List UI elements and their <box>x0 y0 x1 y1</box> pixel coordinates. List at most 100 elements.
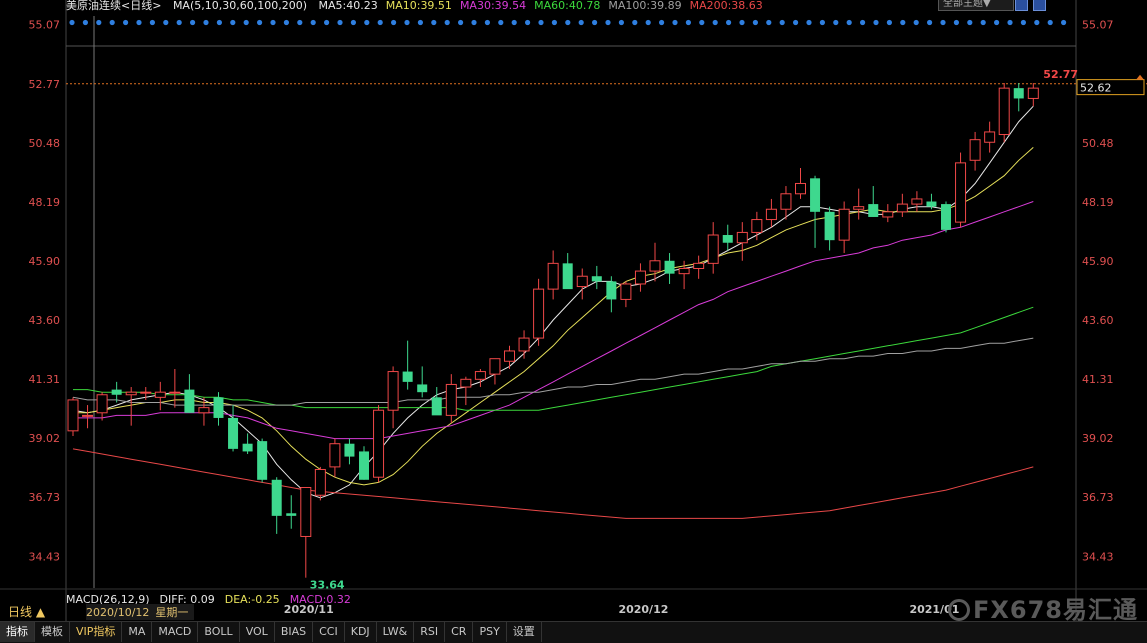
y-tick-left-4: 45.90 <box>29 255 61 268</box>
event-dot <box>860 19 866 26</box>
candle-body-up <box>751 219 763 233</box>
candle-body-down <box>228 417 239 449</box>
cursor-weekday: 星期一 <box>155 606 189 619</box>
event-dot <box>1020 19 1026 26</box>
toolbar-tab-9[interactable]: KDJ <box>345 622 377 642</box>
event-dot <box>163 19 169 26</box>
candle-body-up <box>707 234 719 264</box>
ma-line-ma100 <box>72 337 1034 406</box>
candle-body-up <box>314 468 326 496</box>
low-marker-label: 33.64 <box>310 579 345 592</box>
toolbar-tab-5[interactable]: BOLL <box>198 622 240 642</box>
toolbar-tab-8[interactable]: CCI <box>313 622 345 642</box>
event-dot <box>726 19 732 26</box>
candle-body-down <box>926 201 937 207</box>
event-dot <box>243 19 249 26</box>
candle-body-up <box>474 371 486 380</box>
candle-body-up <box>547 262 559 290</box>
candle-body-up <box>984 131 996 143</box>
candle-body-up <box>896 203 908 213</box>
event-dot <box>511 19 517 26</box>
event-dot <box>350 19 356 26</box>
toolbar-tab-10[interactable]: LW& <box>377 622 415 642</box>
candle-body-up <box>780 193 792 210</box>
event-dot <box>377 19 383 26</box>
y-tick-left-3: 48.19 <box>29 196 61 209</box>
price-chart[interactable]: 55.07 55.07 52.77 52.77 50.48 50.48 48.19 48.19… <box>0 0 1147 642</box>
toolbar-tab-14[interactable]: 设置 <box>507 622 542 642</box>
candle-body-down <box>213 397 224 418</box>
toolbar-tab-6[interactable]: VOL <box>240 622 275 642</box>
toolbar-tab-11[interactable]: RSI <box>414 622 446 642</box>
candle-body-up <box>765 208 777 221</box>
candle-body-up <box>504 350 515 362</box>
period-selector[interactable]: 日线 ▲ <box>0 604 64 620</box>
y-tick-left-1: 52.77 <box>29 78 61 91</box>
candle-body-up <box>693 262 705 270</box>
toolbar-tab-0[interactable]: 指标 <box>0 622 35 642</box>
event-dot <box>766 19 772 26</box>
candle-body-up <box>969 139 981 161</box>
y-tick-right-2: 50.48 <box>1082 137 1114 150</box>
candle-body-up <box>736 231 748 244</box>
event-dot <box>712 19 718 26</box>
candle-body-up <box>1027 87 1039 99</box>
event-dot <box>551 19 558 26</box>
event-dot <box>886 19 893 26</box>
toolbar-tab-12[interactable]: CR <box>445 622 474 642</box>
event-dot <box>793 19 799 26</box>
instrument-title: 美原油连续<日线> <box>66 0 162 12</box>
ma-line-ma60 <box>73 306 1034 411</box>
expand-icon[interactable] <box>1015 0 1028 11</box>
candle-body-up <box>533 288 545 339</box>
event-dot <box>846 19 852 26</box>
event-dot <box>1007 19 1013 26</box>
event-dot <box>417 19 423 26</box>
event-dot <box>1061 19 1067 26</box>
candle-body-up <box>998 87 1010 136</box>
candle-body-up <box>838 208 850 241</box>
x-tick-label-1: 2020/12 <box>618 603 669 616</box>
candle-body-down <box>562 263 573 290</box>
event-dot <box>699 19 705 26</box>
toolbar-tab-2[interactable]: VIP指标 <box>70 622 123 642</box>
candle-body-up <box>169 391 181 394</box>
event-dot <box>927 19 933 26</box>
event-dot <box>203 19 209 26</box>
event-dot <box>431 19 437 26</box>
y-tick-right-4: 45.90 <box>1082 255 1114 268</box>
theme-select[interactable]: 全部主题▼ <box>938 0 1014 11</box>
candle-body-up <box>82 414 94 417</box>
candle-body-up <box>373 409 385 478</box>
toolbar-tab-1[interactable]: 模板 <box>35 622 70 642</box>
high-marker-label: 52.77 <box>1043 68 1078 81</box>
candle-body-down <box>344 443 355 457</box>
ma-value-4: MA100:39.89 <box>608 0 682 12</box>
y-tick-left-5: 43.60 <box>29 314 61 327</box>
event-dot <box>833 19 839 26</box>
event-dot <box>123 19 129 26</box>
ma-values: MA5:40.23 MA10:39.51 MA30:39.54 MA60:40.78 M… <box>319 0 771 12</box>
event-dot <box>69 19 75 26</box>
y-tick-left-8: 36.73 <box>29 491 61 504</box>
settings-icon[interactable] <box>1033 0 1046 11</box>
y-tick-right-6: 41.31 <box>1082 373 1114 386</box>
y-tick-right-5: 43.60 <box>1082 314 1114 327</box>
event-dot <box>980 19 986 26</box>
event-dot <box>444 19 450 26</box>
toolbar-tab-7[interactable]: BIAS <box>275 622 314 642</box>
candle-body-up <box>911 198 923 205</box>
event-dot <box>1034 19 1040 26</box>
y-tick-left-7: 39.02 <box>29 432 61 445</box>
candle-body-up <box>387 371 399 411</box>
toolbar-tab-13[interactable]: PSY <box>473 622 507 642</box>
event-dot <box>819 19 826 26</box>
event-dot <box>1047 19 1053 26</box>
toolbar-tab-3[interactable]: MA <box>122 622 153 642</box>
candle-body-down <box>402 371 413 382</box>
event-dot <box>913 19 919 26</box>
event-dot <box>739 19 745 26</box>
ma-value-2: MA30:39.54 <box>459 0 527 12</box>
event-dot <box>109 19 115 26</box>
toolbar-tab-4[interactable]: MACD <box>152 622 199 642</box>
